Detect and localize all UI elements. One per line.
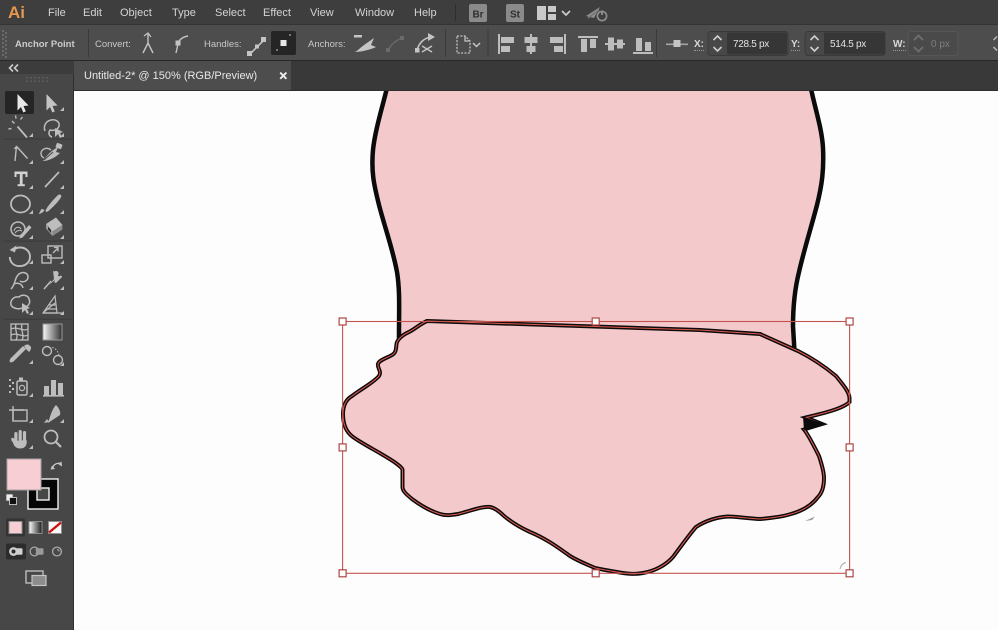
svg-text:Br: Br <box>472 10 483 21</box>
svg-text:St: St <box>510 10 521 21</box>
